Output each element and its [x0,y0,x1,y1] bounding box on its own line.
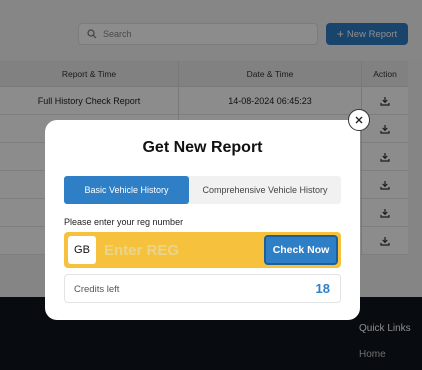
close-modal-button[interactable] [348,109,370,131]
get-new-report-modal: Get New Report Basic Vehicle History Com… [45,120,360,320]
credits-label: Credits left [74,284,120,295]
reg-plate-field: GB Check Now [64,232,341,268]
report-type-tabs: Basic Vehicle History Comprehensive Vehi… [64,176,341,204]
check-now-button[interactable]: Check Now [264,235,338,265]
tab-comprehensive-vehicle-history[interactable]: Comprehensive Vehicle History [189,176,341,204]
modal-title: Get New Report [142,139,263,156]
country-code-badge: GB [68,236,96,264]
close-icon [355,116,363,124]
reg-prompt: Please enter your reg number [64,217,184,227]
credits-panel: Credits left 18 [64,274,341,303]
credits-value: 18 [315,281,330,296]
tab-basic-vehicle-history[interactable]: Basic Vehicle History [64,176,189,204]
reg-input[interactable] [104,238,254,262]
